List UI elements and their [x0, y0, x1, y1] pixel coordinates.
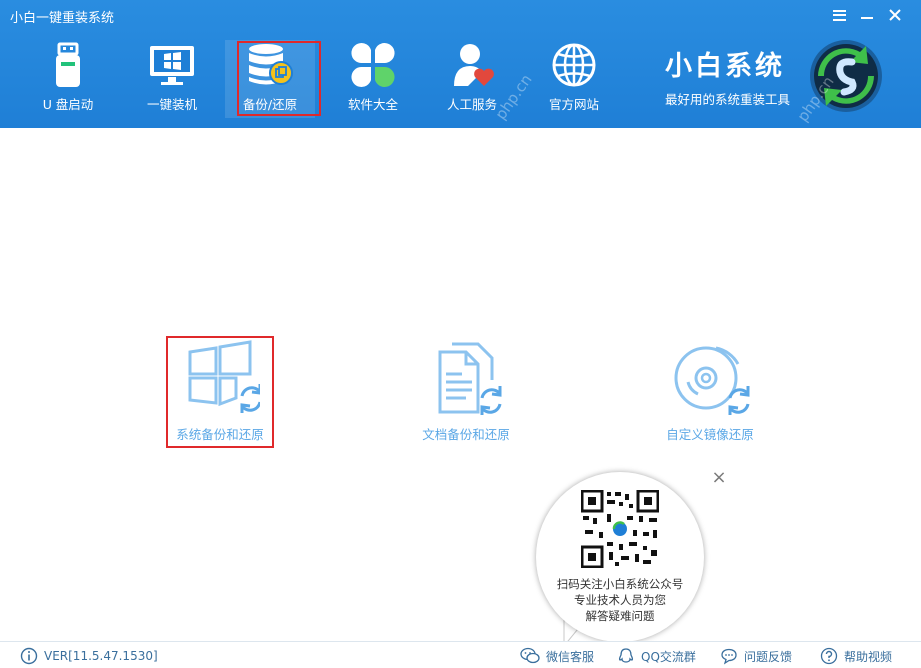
highlight-box-nav: [237, 41, 321, 116]
qr-caption-line: 专业技术人员为您: [574, 593, 666, 607]
qr-code-image: [581, 490, 659, 568]
brand-subtitle: 最好用的系统重装工具: [665, 92, 791, 107]
qr-popup-close-button[interactable]: ×: [710, 469, 728, 487]
menu-button[interactable]: [830, 6, 848, 24]
document-restore-icon: [438, 342, 502, 415]
feature-custom-image[interactable]: 自定义镜像还原: [640, 336, 780, 448]
status-bar: VER[11.5.47.1530] 微信客服 QQ交流群 问题反馈 帮助视频: [0, 641, 921, 668]
nav-label: 一键装机: [146, 97, 197, 112]
close-icon: [889, 9, 901, 21]
clover-apps-icon: [351, 43, 395, 87]
footer-link-help[interactable]: 帮助视频: [820, 647, 892, 665]
minimize-button[interactable]: [858, 6, 876, 24]
chat-bubble-icon: [721, 648, 737, 665]
footer-link-label: 微信客服: [546, 649, 595, 664]
close-button[interactable]: [886, 6, 904, 24]
nav-usb-boot[interactable]: U 盘启动: [23, 40, 113, 118]
qr-caption-line: 扫码关注小白系统公众号: [556, 577, 684, 591]
feature-label: 文档备份和还原: [422, 427, 510, 442]
footer-link-label: 帮助视频: [844, 649, 893, 664]
window-title: 小白一键重装系统: [10, 11, 115, 26]
user-heart-icon: [454, 44, 494, 86]
minimize-icon: [861, 17, 873, 19]
globe-icon: [552, 43, 596, 87]
brand-title: 小白系统: [665, 51, 785, 82]
highlight-box-feature: [166, 336, 274, 448]
usb-drive-icon: [56, 42, 80, 87]
app-window: 小白一键重装系统 U 盘启动 一键装机 备份/还原 软件大全 人工服务 官方网站…: [0, 0, 921, 668]
nav-label: 软件大全: [347, 97, 398, 112]
footer-link-label: QQ交流群: [641, 649, 696, 664]
help-icon: [820, 647, 838, 665]
feature-document-backup[interactable]: 文档备份和还原: [396, 336, 536, 448]
nav-one-key-install[interactable]: 一键装机: [127, 40, 217, 118]
feature-label: 自定义镜像还原: [666, 427, 754, 442]
nav-label: 官方网站: [548, 97, 599, 112]
version-text: VER[11.5.47.1530]: [44, 649, 158, 663]
windows-monitor-icon: [150, 46, 194, 85]
footer-link-label: 问题反馈: [744, 649, 793, 664]
menu-icon: [832, 9, 846, 21]
footer-link-qq[interactable]: QQ交流群: [617, 647, 696, 665]
qr-caption-line: 解答疑难问题: [585, 609, 655, 623]
footer-link-feedback[interactable]: 问题反馈: [720, 647, 792, 665]
info-icon: [20, 647, 38, 665]
nav-website[interactable]: 官方网站: [529, 40, 619, 118]
version-info: VER[11.5.47.1530]: [20, 647, 158, 665]
wechat-icon: [520, 647, 540, 664]
nav-label: U 盘启动: [42, 97, 94, 112]
disc-restore-icon: [674, 346, 750, 415]
footer-link-wechat[interactable]: 微信客服: [520, 647, 594, 665]
nav-software[interactable]: 软件大全: [328, 40, 418, 118]
qq-icon: [618, 648, 634, 663]
header-bar: 小白一键重装系统 U 盘启动 一键装机 备份/还原 软件大全 人工服务 官方网站…: [0, 0, 921, 128]
